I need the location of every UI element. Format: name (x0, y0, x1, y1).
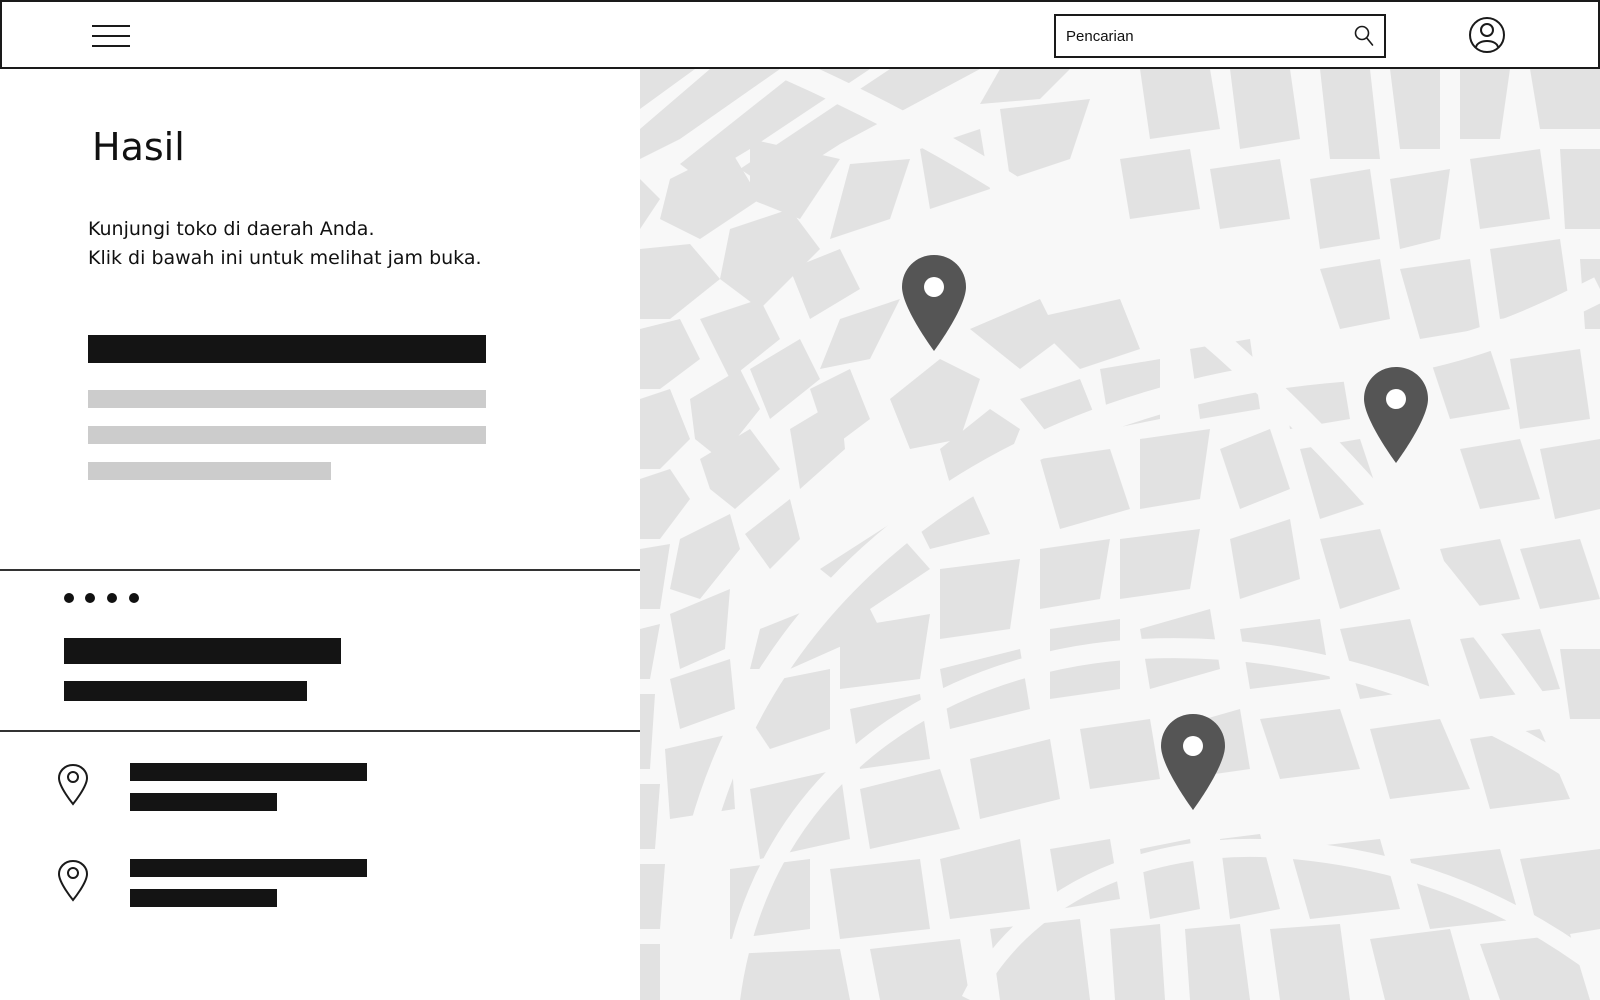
section-divider (0, 569, 640, 571)
placeholder-heading-bar (64, 638, 341, 664)
results-panel: Hasil Kunjungi toko di daerah Anda. Klik… (0, 69, 640, 1000)
dot (107, 593, 117, 603)
location-list-item[interactable] (0, 859, 640, 929)
dot (129, 593, 139, 603)
dot (85, 593, 95, 603)
search-icon[interactable] (1352, 24, 1376, 48)
description-line: Klik di bawah ini untuk melihat jam buka… (88, 247, 482, 269)
menu-line (92, 45, 130, 47)
location-pin-icon (57, 859, 89, 902)
location-marker-icon[interactable] (900, 253, 968, 353)
location-list-item[interactable] (0, 763, 640, 833)
menu-line (92, 25, 130, 27)
page-title: Hasil (92, 125, 185, 169)
search-input[interactable] (1066, 22, 1336, 50)
more-options-icon[interactable] (64, 592, 144, 604)
placeholder-location-name-bar (130, 859, 367, 877)
map-street-blocks (640, 69, 1600, 1000)
placeholder-text-bar (88, 462, 331, 480)
hamburger-menu-icon[interactable] (92, 22, 132, 50)
search-box[interactable] (1054, 14, 1386, 58)
user-account-icon[interactable] (1468, 16, 1506, 54)
placeholder-location-address-bar (130, 889, 277, 907)
top-navigation-bar (0, 0, 1600, 69)
location-marker-icon[interactable] (1362, 365, 1430, 465)
placeholder-text-bar (88, 426, 486, 444)
placeholder-location-name-bar (130, 763, 367, 781)
placeholder-subheading-bar (64, 681, 307, 701)
dot (64, 593, 74, 603)
placeholder-text-bar (88, 390, 486, 408)
section-divider (0, 730, 640, 732)
menu-line (92, 35, 130, 37)
store-map[interactable] (640, 69, 1600, 1000)
location-marker-icon[interactable] (1159, 712, 1227, 812)
placeholder-heading-bar (88, 335, 486, 363)
results-description: Kunjungi toko di daerah Anda. Klik di ba… (88, 215, 588, 273)
placeholder-location-address-bar (130, 793, 277, 811)
location-pin-icon (57, 763, 89, 806)
description-line: Kunjungi toko di daerah Anda. (88, 218, 375, 240)
